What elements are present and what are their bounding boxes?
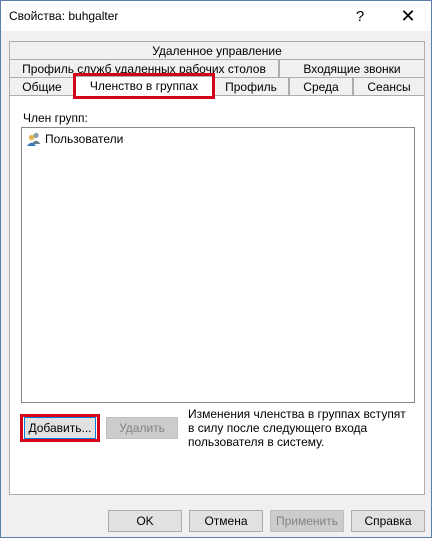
- tab-sessions[interactable]: Сеансы: [353, 77, 425, 95]
- add-button-highlight-box: [20, 414, 100, 442]
- tab-environment[interactable]: Среда: [289, 77, 353, 95]
- member-of-panel: Член групп: Пользователи Добавить... Уда…: [9, 95, 425, 495]
- cancel-button[interactable]: Отмена: [189, 510, 263, 532]
- apply-button[interactable]: Применить: [270, 510, 344, 532]
- list-item[interactable]: Пользователи: [26, 131, 123, 147]
- close-icon[interactable]: ✕: [385, 1, 431, 31]
- membership-note: Изменения членства в группах вступят в с…: [188, 407, 406, 449]
- users-group-icon: [27, 132, 41, 146]
- tab-highlight-box: [73, 73, 215, 99]
- remove-button[interactable]: Удалить: [106, 417, 178, 439]
- tab-profile[interactable]: Профиль: [213, 77, 289, 95]
- help-icon[interactable]: ?: [337, 1, 383, 31]
- window-title: Свойства: buhgalter: [9, 9, 119, 23]
- tab-remote-control[interactable]: Удаленное управление: [9, 41, 425, 59]
- title-bar: Свойства: buhgalter ? ✕: [1, 1, 431, 31]
- properties-dialog: Свойства: buhgalter ? ✕ Удаленное управл…: [0, 0, 432, 538]
- tab-dial-in[interactable]: Входящие звонки: [279, 59, 425, 77]
- tab-general[interactable]: Общие: [9, 77, 75, 95]
- member-of-label: Член групп:: [23, 111, 88, 125]
- groups-listbox[interactable]: Пользователи: [21, 127, 415, 403]
- help-button[interactable]: Справка: [351, 510, 425, 532]
- ok-button[interactable]: OK: [108, 510, 182, 532]
- group-name: Пользователи: [45, 132, 124, 146]
